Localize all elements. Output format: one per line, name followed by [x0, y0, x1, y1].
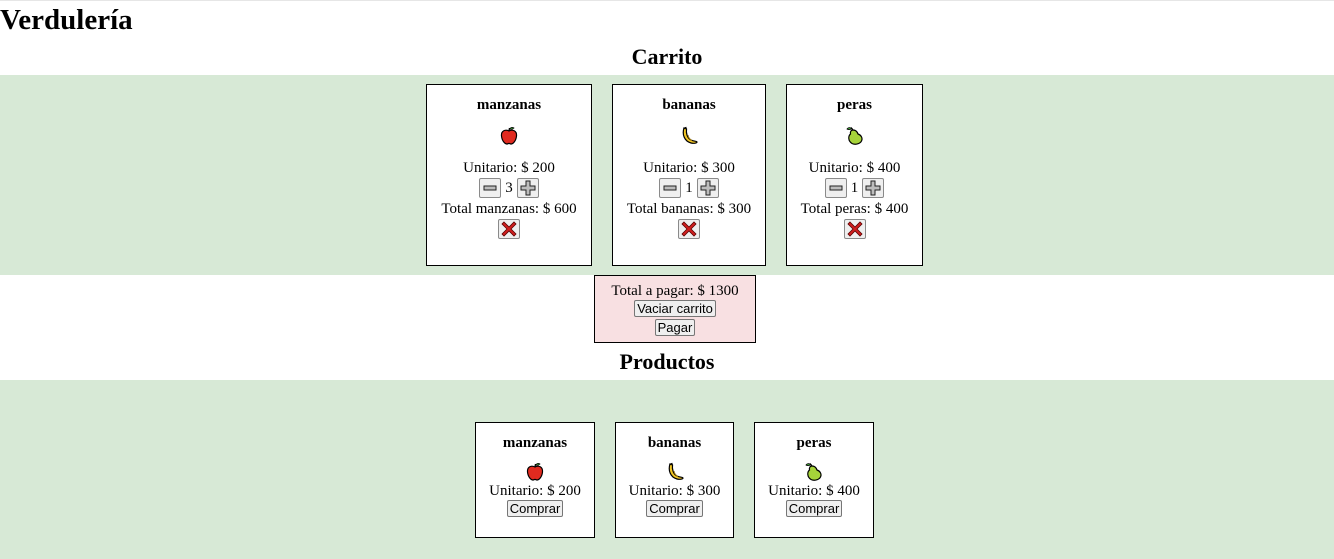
top-border [0, 0, 1334, 1]
plus-icon [865, 180, 881, 196]
banana-icon [616, 462, 733, 482]
apple-icon [476, 462, 594, 482]
close-icon [681, 221, 697, 237]
product-card-peras: peras Unitario: $ 400 Comprar [754, 422, 874, 538]
cart-summary: Total a pagar: $ 1300 Vaciar carrito Pag… [594, 275, 756, 343]
remove-item-button[interactable] [498, 219, 520, 239]
buy-button[interactable]: Comprar [646, 500, 703, 517]
product-unit-price: Unitario: $ 300 [628, 483, 721, 499]
quantity-stepper: 1 [787, 177, 922, 199]
close-icon [501, 221, 517, 237]
cart-item-unit-price: Unitario: $ 200 [463, 160, 555, 176]
product-name: manzanas [502, 435, 568, 451]
product-name: bananas [647, 435, 702, 451]
total-to-pay: Total a pagar: $ 1300 [611, 283, 739, 299]
quantity-value: 3 [505, 180, 513, 196]
minus-icon [483, 185, 497, 191]
remove-item-button[interactable] [678, 219, 700, 239]
cart-item-unit-price: Unitario: $ 400 [808, 160, 901, 176]
pay-button[interactable]: Pagar [654, 319, 696, 336]
banana-icon [613, 126, 765, 148]
cart-band: manzanas Unitario: $ 200 3 Total manzana… [0, 75, 1334, 275]
cart-item-manzanas: manzanas Unitario: $ 200 3 Total manzana… [426, 84, 592, 266]
increase-button[interactable] [516, 178, 539, 198]
cart-title: Carrito [631, 44, 703, 69]
product-unit-price: Unitario: $ 400 [768, 483, 860, 499]
cart-item-name: manzanas [476, 97, 542, 113]
cart-item-bananas: bananas Unitario: $ 300 1 Total bananas:… [612, 84, 766, 266]
cart-item-unit-price: Unitario: $ 300 [643, 160, 735, 176]
cart-item-total: Total manzanas: $ 600 [441, 201, 577, 217]
apple-icon [427, 126, 591, 148]
quantity-value: 1 [850, 180, 859, 196]
buy-button[interactable]: Comprar [785, 500, 843, 517]
decrease-button[interactable] [824, 178, 847, 198]
plus-icon [700, 180, 716, 196]
product-unit-price: Unitario: $ 200 [489, 483, 581, 499]
increase-button[interactable] [696, 178, 719, 198]
cart-item-total: Total bananas: $ 300 [626, 201, 752, 217]
product-card-bananas: bananas Unitario: $ 300 Comprar [615, 422, 734, 538]
quantity-stepper: 3 [427, 177, 591, 199]
product-card-manzanas: manzanas Unitario: $ 200 Comprar [475, 422, 595, 538]
cart-item-name: bananas [662, 97, 716, 113]
products-title: Productos [619, 349, 715, 374]
remove-item-button[interactable] [843, 219, 866, 239]
decrease-button[interactable] [479, 178, 502, 198]
buy-button[interactable]: Comprar [506, 500, 564, 517]
quantity-value: 1 [685, 180, 693, 196]
cart-item-total: Total peras: $ 400 [800, 201, 909, 217]
products-band: manzanas Unitario: $ 200 Comprar bananas… [0, 380, 1334, 559]
minus-icon [663, 185, 677, 191]
pear-icon [755, 462, 873, 482]
quantity-stepper: 1 [613, 177, 765, 199]
plus-icon [520, 180, 536, 196]
product-name: peras [796, 435, 832, 451]
decrease-button[interactable] [659, 178, 682, 198]
empty-cart-button[interactable]: Vaciar carrito [634, 300, 716, 317]
increase-button[interactable] [862, 178, 885, 198]
close-icon [846, 221, 863, 237]
app-title: Verdulería [0, 4, 133, 36]
pear-icon [787, 126, 922, 148]
cart-item-name: peras [837, 97, 872, 113]
cart-item-peras: peras Unitario: $ 400 1 Total peras: $ 4… [786, 84, 923, 266]
minus-icon [829, 185, 843, 191]
